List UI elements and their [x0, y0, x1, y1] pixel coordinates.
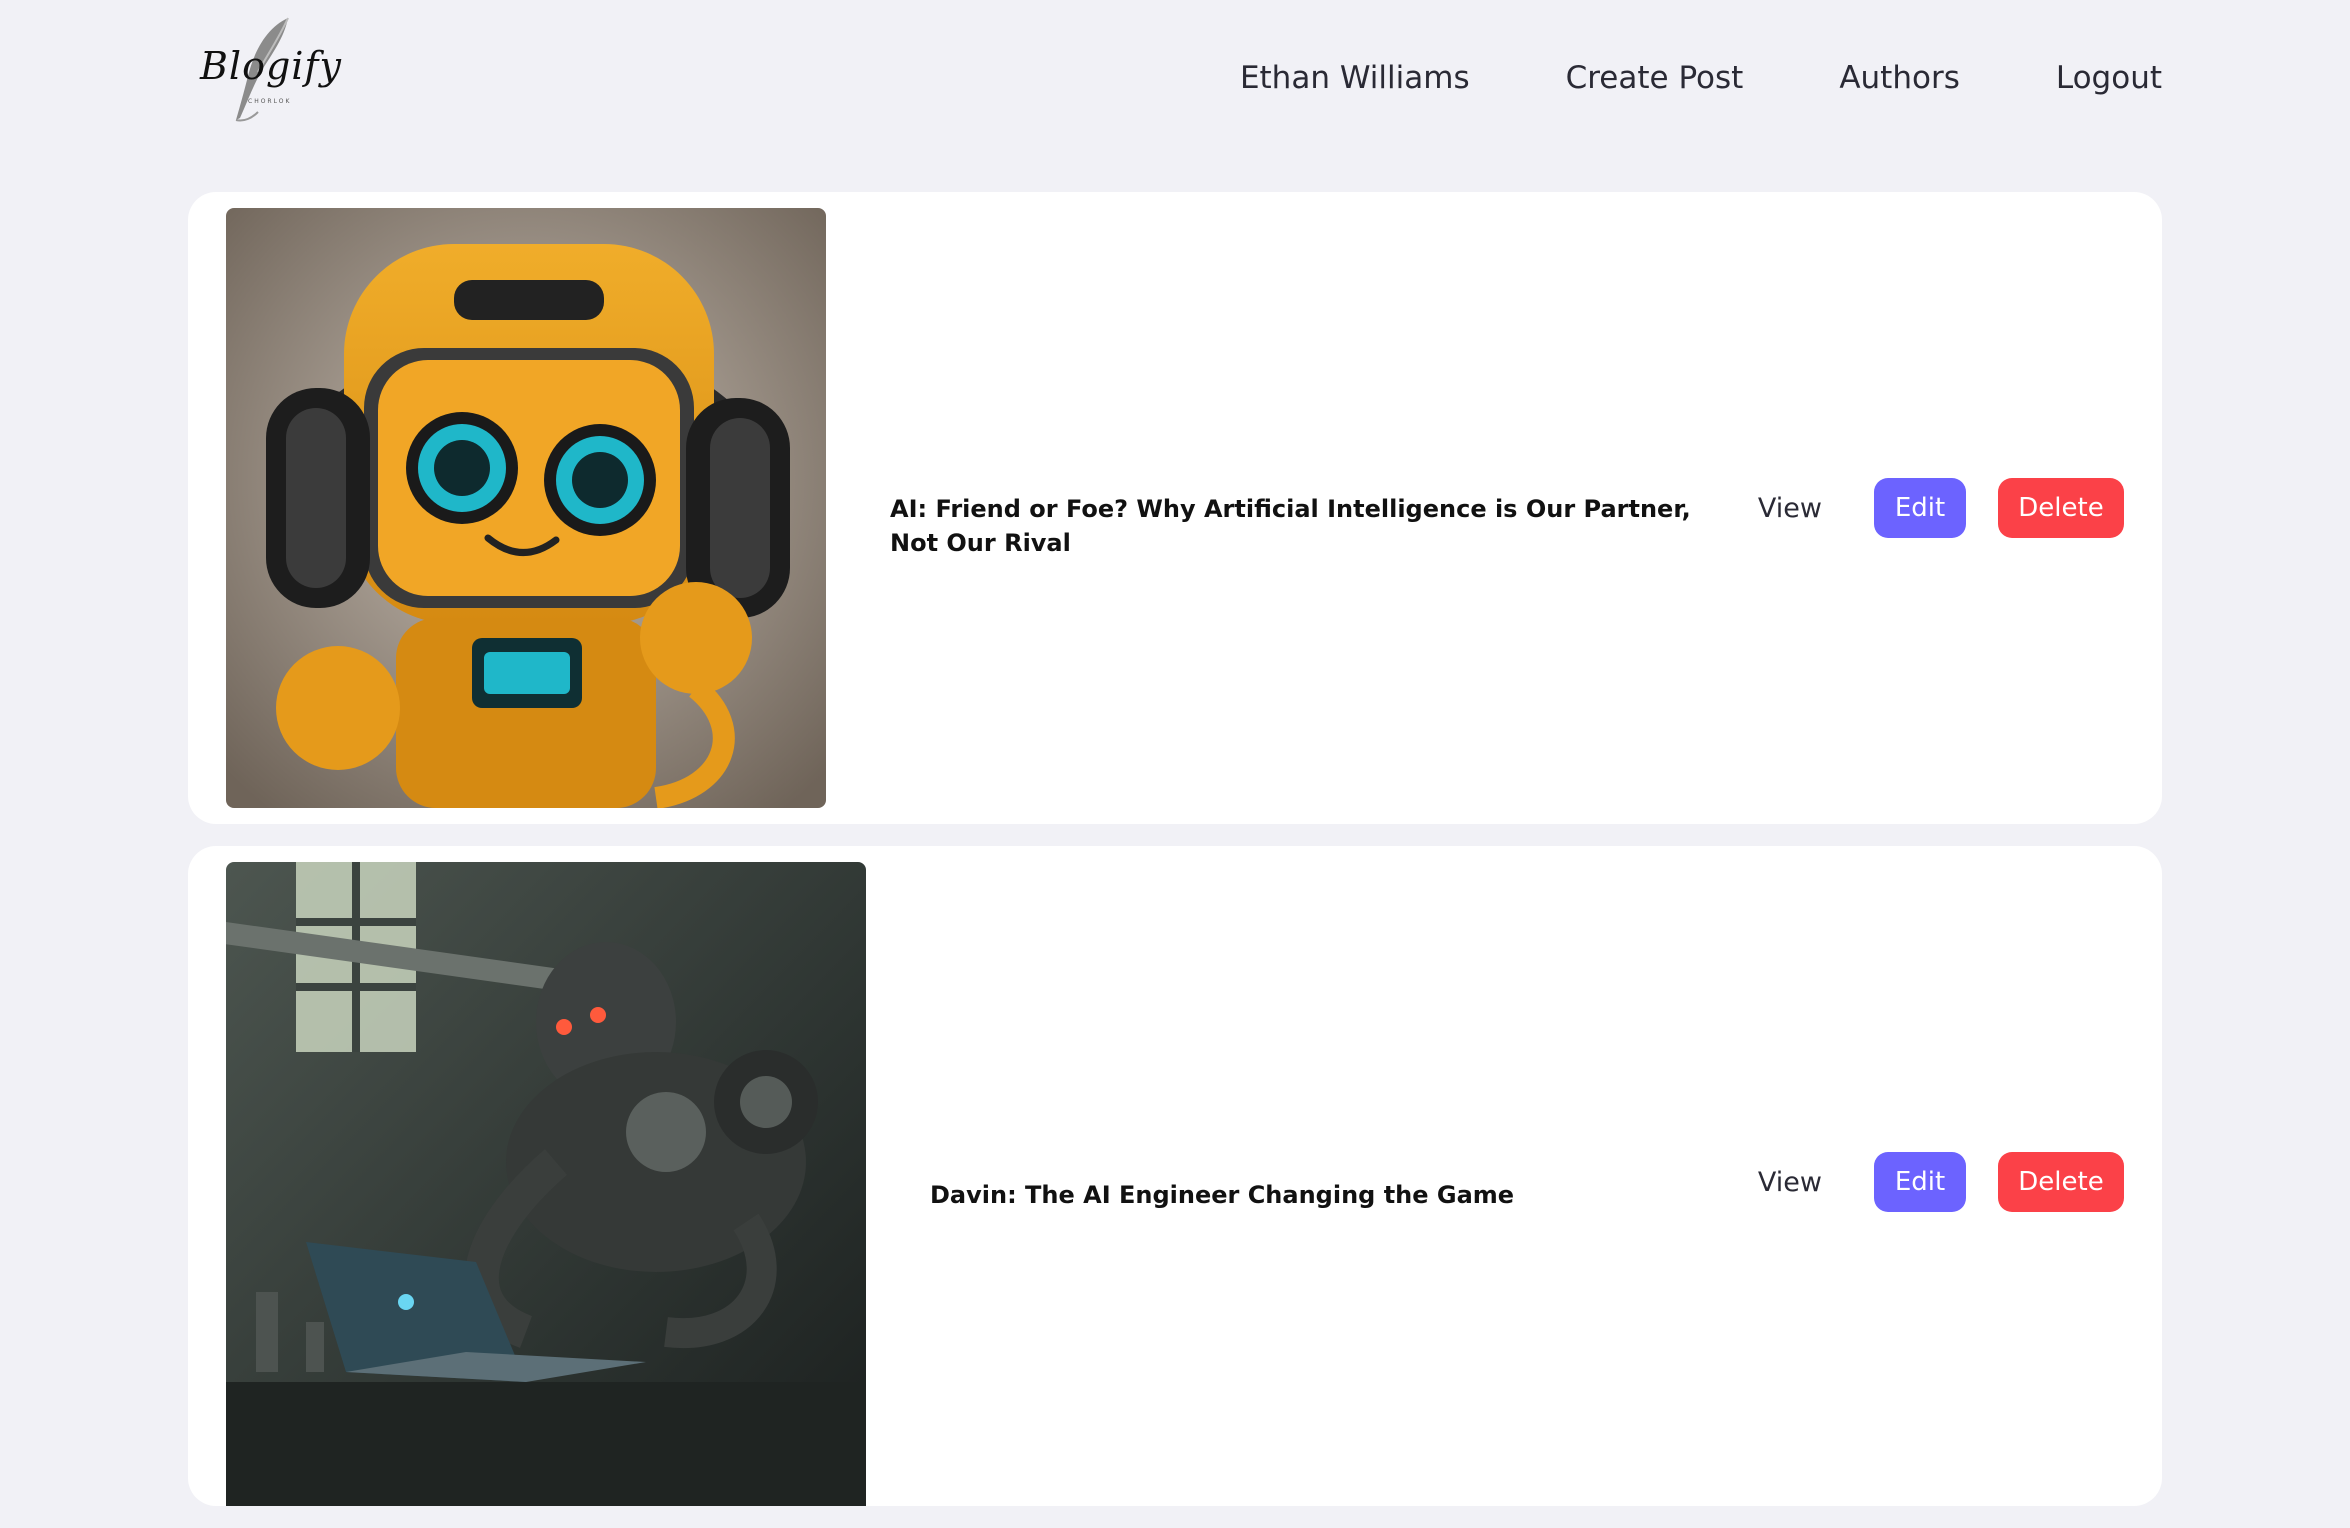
nav-user-profile[interactable]: Ethan Williams [1240, 56, 1470, 100]
robot-headphones-image [226, 208, 826, 808]
nav-authors[interactable]: Authors [1839, 56, 1960, 100]
post-actions: View Edit Delete [1758, 1152, 2124, 1212]
brand-name: Blogify [200, 44, 342, 88]
view-button[interactable]: View [1758, 493, 1822, 524]
post-thumbnail[interactable] [226, 208, 826, 808]
post-card: Davin: The AI Engineer Changing the Game… [188, 846, 2162, 1506]
site-header: Blogify CHORLOK Ethan Williams Create Po… [0, 0, 2350, 160]
brand-tagline: CHORLOK [248, 98, 292, 105]
post-title[interactable]: Davin: The AI Engineer Changing the Game [930, 1178, 1730, 1212]
robot-laptop-image [226, 862, 866, 1506]
post-thumbnail[interactable] [226, 862, 866, 1506]
edit-button[interactable]: Edit [1874, 478, 1966, 538]
edit-button[interactable]: Edit [1874, 1152, 1966, 1212]
post-card: AI: Friend or Foe? Why Artificial Intell… [188, 192, 2162, 824]
view-button[interactable]: View [1758, 1167, 1822, 1198]
nav-create-post[interactable]: Create Post [1566, 56, 1744, 100]
nav-logout[interactable]: Logout [2056, 56, 2162, 100]
post-actions: View Edit Delete [1758, 478, 2124, 538]
blogify-logo[interactable]: Blogify CHORLOK [196, 14, 341, 126]
post-list: AI: Friend or Foe? Why Artificial Intell… [188, 192, 2162, 1528]
top-nav: Ethan Williams Create Post Authors Logou… [1144, 56, 2162, 100]
delete-button[interactable]: Delete [1998, 478, 2124, 538]
post-title[interactable]: AI: Friend or Foe? Why Artificial Intell… [890, 492, 1720, 560]
delete-button[interactable]: Delete [1998, 1152, 2124, 1212]
